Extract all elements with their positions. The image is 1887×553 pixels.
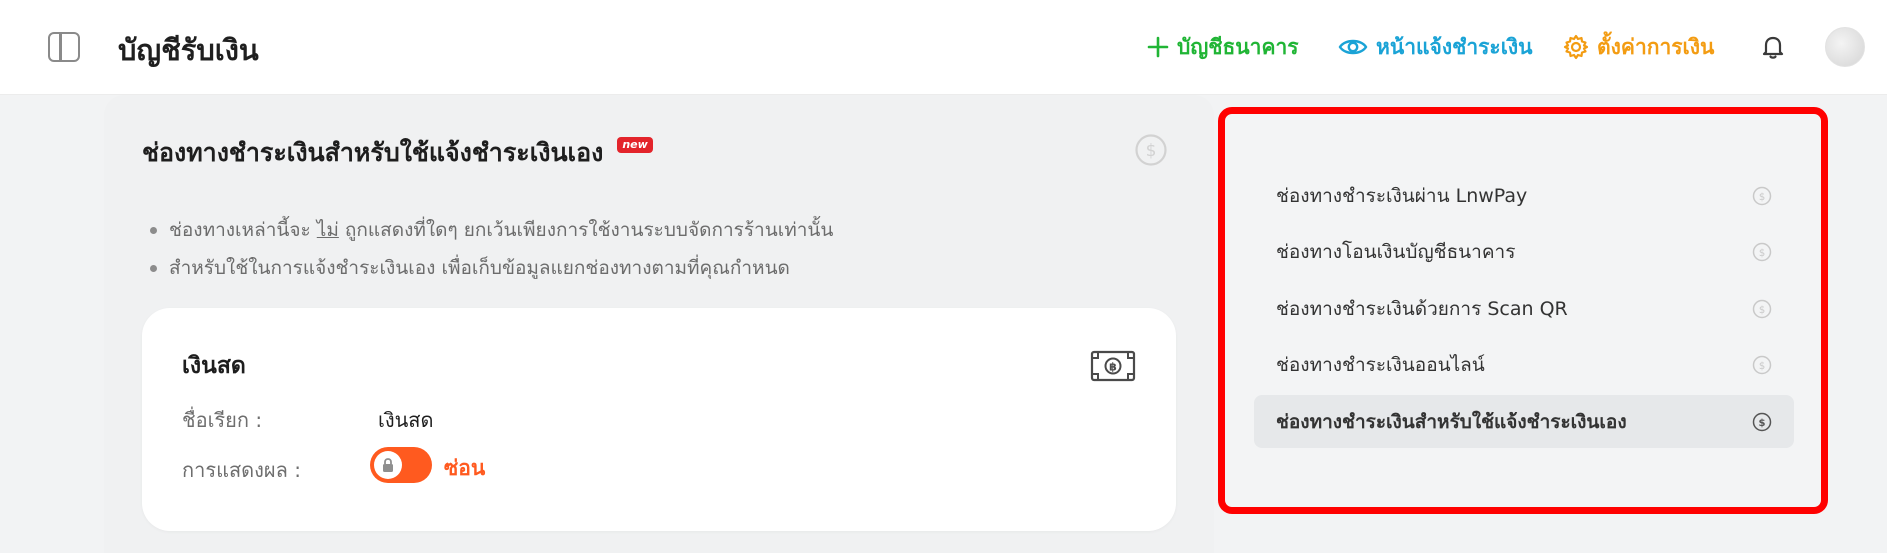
payment-notify-label: หน้าแจ้งชำระเงิน [1376, 34, 1533, 59]
dollar-coin-icon: $ [1752, 186, 1772, 205]
nav-item-label: ช่องทางชำระเงินผ่าน LnwPay [1276, 184, 1528, 207]
note-text: สำหรับใช้ในการแจ้งชำระเงินเอง เพื่อเก็บข… [169, 257, 790, 279]
payment-channel-nav: ช่องทางชำระเงินผ่าน LnwPay $ ช่องทางโอนเ… [1218, 107, 1828, 514]
finance-settings-label: ตั้งค่าการเงิน [1597, 34, 1715, 59]
toggle-knob [374, 451, 402, 479]
display-toggle[interactable] [370, 447, 432, 483]
section-title: ช่องทางชำระเงินสำหรับใช้แจ้งชำระเงินเอง … [142, 133, 653, 173]
nav-item-self-notify[interactable]: ช่องทางชำระเงินสำหรับใช้แจ้งชำระเงินเอง … [1254, 395, 1794, 448]
nav-item-online[interactable]: ช่องทางชำระเงินออนไลน์ $ [1254, 338, 1794, 391]
payment-notify-button[interactable]: หน้าแจ้งชำระเงิน [1338, 32, 1532, 62]
display-state-text: ซ่อน [444, 456, 486, 480]
banknote-icon: ฿ [1090, 350, 1136, 382]
nav-item-bank-transfer[interactable]: ช่องทางโอนเงินบัญชีธนาคาร $ [1254, 225, 1794, 278]
svg-text:$: $ [1759, 418, 1766, 429]
bank-account-button[interactable]: บัญชีธนาคาร [1147, 32, 1299, 62]
dollar-coin-icon: $ [1752, 412, 1772, 431]
note-text: ช่องทางเหล่านี้จะ [169, 219, 317, 241]
cash-payment-card: เงินสด ฿ ชื่อเรียก : เงินสด การแสดงผล : … [142, 308, 1176, 531]
new-badge: new [617, 137, 653, 153]
dollar-coin-icon: $ [1752, 242, 1772, 261]
bell-icon[interactable] [1762, 34, 1784, 60]
nav-item-label: ช่องทางชำระเงินสำหรับใช้แจ้งชำระเงินเอง [1276, 410, 1627, 433]
svg-text:$: $ [1759, 305, 1765, 316]
app-header: บัญชีรับเงิน บัญชีธนาคาร หน้าแจ้งชำระเงิ… [0, 0, 1887, 95]
nav-item-scan-qr[interactable]: ช่องทางชำระเงินด้วยการ Scan QR $ [1254, 282, 1794, 335]
eye-icon [1338, 39, 1368, 55]
name-value: เงินสด [378, 408, 434, 432]
svg-text:$: $ [1146, 141, 1157, 161]
note-emphasis: ไม่ [316, 219, 339, 241]
page-title: บัญชีรับเงิน [118, 33, 259, 67]
svg-text:$: $ [1759, 361, 1765, 372]
dollar-coin-icon: $ [1135, 134, 1167, 166]
info-notes: ช่องทางเหล่านี้จะ ไม่ ถูกแสดงที่ใดๆ ยกเว… [150, 215, 833, 291]
bank-account-label: บัญชีธนาคาร [1177, 34, 1299, 59]
plus-icon [1147, 36, 1169, 58]
nav-item-label: ช่องทางชำระเงินด้วยการ Scan QR [1276, 297, 1568, 320]
nav-item-label: ช่องทางโอนเงินบัญชีธนาคาร [1276, 240, 1516, 263]
finance-settings-button[interactable]: ตั้งค่าการเงิน [1563, 32, 1714, 62]
name-label: ชื่อเรียก : [182, 408, 263, 432]
sidebar-toggle-icon[interactable] [48, 32, 80, 62]
gear-icon [1563, 34, 1589, 60]
nav-item-lnwpay[interactable]: ช่องทางชำระเงินผ่าน LnwPay $ [1254, 169, 1794, 222]
svg-text:฿: ฿ [1109, 361, 1117, 374]
display-label: การแสดงผล : [182, 458, 302, 482]
svg-text:$: $ [1759, 192, 1765, 203]
note-text: ถูกแสดงที่ใดๆ ยกเว้นเพียงการใช้งานระบบจั… [338, 219, 834, 241]
nav-item-label: ช่องทางชำระเงินออนไลน์ [1276, 353, 1485, 376]
dollar-coin-icon: $ [1752, 355, 1772, 374]
section-title-text: ช่องทางชำระเงินสำหรับใช้แจ้งชำระเงินเอง [142, 138, 604, 167]
dollar-coin-icon: $ [1752, 299, 1772, 318]
info-note: ช่องทางเหล่านี้จะ ไม่ ถูกแสดงที่ใดๆ ยกเว… [150, 215, 833, 245]
svg-text:$: $ [1759, 248, 1765, 259]
info-note: สำหรับใช้ในการแจ้งชำระเงินเอง เพื่อเก็บข… [150, 253, 833, 283]
card-title: เงินสด [182, 353, 246, 379]
lock-icon [383, 458, 393, 472]
avatar[interactable] [1825, 27, 1865, 67]
